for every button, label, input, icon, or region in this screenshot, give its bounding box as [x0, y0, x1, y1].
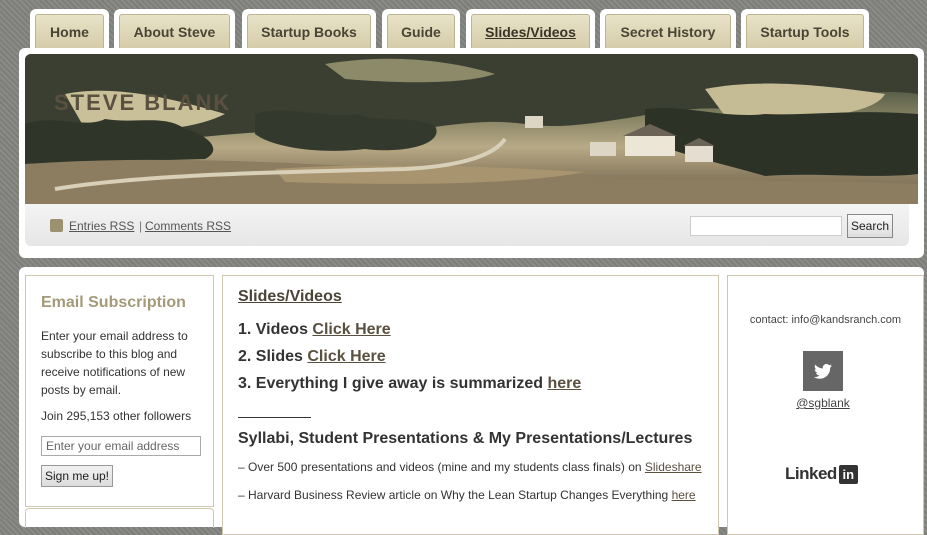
site-header: STEVE BLANK Entries RSS | Comments RSS S…: [19, 48, 924, 258]
subscription-description: Enter your email address to subscribe to…: [41, 329, 188, 397]
main-content: Slides/Videos 1. Videos Click Here 2. Sl…: [222, 275, 719, 535]
tab-guide[interactable]: Guide: [382, 9, 460, 49]
search-button[interactable]: Search: [847, 214, 893, 238]
twitter-bird-icon: [814, 363, 832, 379]
followers-count: Join 295,153 other followers: [41, 409, 192, 423]
list-item-text: 3. Everything I give away is summarized: [238, 375, 548, 392]
videos-link[interactable]: Click Here: [312, 321, 390, 338]
list-item-text: 2. Slides: [238, 348, 308, 365]
twitter-handle-link[interactable]: @sgblank: [728, 396, 918, 410]
section-title: Syllabi, Student Presentations & My Pres…: [238, 430, 693, 447]
tab-slides-videos[interactable]: Slides/Videos: [466, 9, 595, 49]
tab-about-steve[interactable]: About Steve: [114, 9, 235, 49]
list-item-text: – Over 500 presentations and videos (min…: [238, 460, 645, 474]
tab-startup-books-label[interactable]: Startup Books: [247, 14, 371, 49]
tab-slides-videos-label[interactable]: Slides/Videos: [471, 14, 590, 49]
contact-email: contact: info@kandsranch.com: [749, 314, 902, 326]
tab-secret-history-label[interactable]: Secret History: [605, 14, 731, 49]
list-item: – Harvard Business Review article on Why…: [238, 488, 696, 502]
sign-up-button[interactable]: Sign me up!: [41, 465, 113, 487]
list-item: 2. Slides Click Here: [238, 348, 386, 366]
list-item: 1. Videos Click Here: [238, 321, 391, 339]
slides-link[interactable]: Click Here: [307, 348, 385, 365]
tab-startup-books[interactable]: Startup Books: [242, 9, 376, 49]
linkedin-wordmark: Linked: [785, 464, 837, 483]
feed-search-bar: Entries RSS | Comments RSS Search: [25, 204, 909, 246]
list-item-text: 1. Videos: [238, 321, 313, 338]
slideshare-link[interactable]: Slideshare: [645, 460, 702, 474]
rss-feed-icon: [50, 219, 63, 232]
list-item: – Over 500 presentations and videos (min…: [238, 460, 702, 474]
content-area: Email Subscription Enter your email addr…: [19, 267, 924, 535]
tab-home-label[interactable]: Home: [35, 14, 104, 49]
site-title[interactable]: STEVE BLANK: [54, 90, 231, 116]
summary-link[interactable]: here: [547, 375, 581, 392]
rss-separator: |: [139, 219, 143, 233]
linkedin-logo[interactable]: Linked in: [785, 464, 858, 484]
hbr-article-link[interactable]: here: [672, 488, 696, 502]
divider: [238, 417, 311, 418]
next-sidebar-widget: [25, 508, 214, 528]
entries-rss-link[interactable]: Entries RSS: [69, 219, 134, 233]
email-field[interactable]: [41, 436, 201, 456]
list-item: 3. Everything I give away is summarized …: [238, 375, 581, 393]
page-title[interactable]: Slides/Videos: [238, 288, 342, 306]
widget-title: Email Subscription: [41, 294, 186, 311]
linkedin-in-badge: in: [838, 464, 858, 484]
twitter-button[interactable]: [803, 351, 843, 391]
tab-guide-label[interactable]: Guide: [387, 14, 455, 49]
list-item-text: – Harvard Business Review article on Why…: [238, 488, 672, 502]
tab-startup-tools[interactable]: Startup Tools: [741, 9, 869, 49]
comments-rss-link[interactable]: Comments RSS: [145, 219, 231, 233]
right-sidebar: contact: info@kandsranch.com @sgblank Li…: [727, 275, 924, 535]
header-banner-image: STEVE BLANK: [25, 54, 918, 204]
search-input[interactable]: [690, 216, 842, 236]
tab-startup-tools-label[interactable]: Startup Tools: [746, 14, 864, 49]
tab-secret-history[interactable]: Secret History: [600, 9, 736, 49]
email-subscription-widget: Email Subscription Enter your email addr…: [25, 275, 214, 507]
tab-home[interactable]: Home: [30, 9, 109, 49]
tab-about-steve-label[interactable]: About Steve: [119, 14, 230, 49]
ranch-landscape-illustration: [25, 54, 918, 204]
